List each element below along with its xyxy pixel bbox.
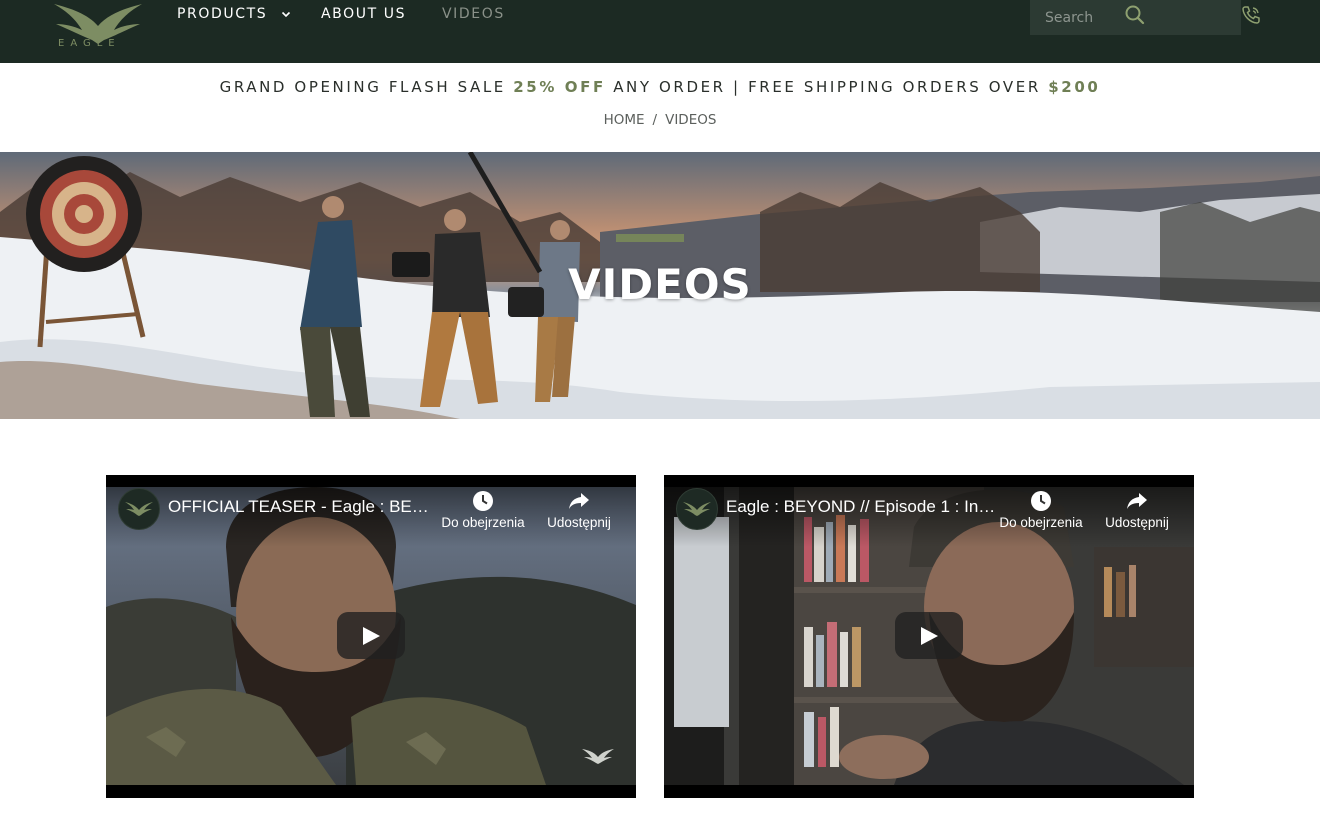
promo-threshold: $200	[1048, 78, 1101, 96]
play-button[interactable]	[895, 612, 963, 659]
nav-about-us[interactable]: ABOUT US	[321, 6, 406, 22]
eagle-logo-icon	[125, 502, 153, 516]
channel-avatar[interactable]	[118, 488, 160, 530]
channel-avatar[interactable]	[676, 488, 718, 530]
promo-text-2: ANY ORDER | FREE SHIPPING ORDERS OVER	[605, 78, 1049, 96]
share-label: Udostępnij	[547, 515, 611, 530]
share-button[interactable]: Udostępnij	[529, 489, 629, 530]
promo-discount: 25% OFF	[513, 78, 606, 96]
video-embed-teaser[interactable]: OFFICIAL TEASER - Eagle : BEYOND Do obej…	[106, 475, 636, 798]
clock-icon	[473, 491, 493, 511]
search-icon[interactable]	[1124, 4, 1146, 26]
promo-text-1: GRAND OPENING FLASH SALE	[219, 78, 514, 96]
video-embed-episode-1[interactable]: Eagle : BEYOND // Episode 1 : Into the U…	[664, 475, 1194, 798]
clock-icon	[1031, 491, 1051, 511]
nav-products[interactable]: PRODUCTS	[177, 6, 291, 22]
video-title[interactable]: OFFICIAL TEASER - Eagle : BEYOND	[168, 497, 438, 517]
watch-later-label: Do obejrzenia	[999, 515, 1083, 530]
breadcrumb-current: VIDEOS	[665, 112, 717, 128]
nav-videos[interactable]: VIDEOS	[442, 6, 505, 22]
watch-later-label: Do obejrzenia	[441, 515, 525, 530]
breadcrumb-home[interactable]: HOME	[604, 112, 645, 128]
play-icon	[921, 627, 938, 645]
share-button[interactable]: Udostępnij	[1087, 489, 1187, 530]
share-icon	[1127, 493, 1147, 509]
chevron-down-icon	[281, 11, 291, 18]
search-input[interactable]	[1030, 0, 1135, 35]
play-button[interactable]	[337, 612, 405, 659]
search-box	[1030, 0, 1241, 35]
share-label: Udostępnij	[1105, 515, 1169, 530]
hero-banner: VIDEOS	[0, 152, 1320, 419]
hero-accent-bar	[616, 234, 684, 242]
watch-later-button[interactable]: Do obejrzenia	[991, 489, 1091, 530]
logo-wordmark: EAGLE	[58, 38, 121, 49]
hero-title: VIDEOS	[568, 260, 752, 309]
video-title[interactable]: Eagle : BEYOND // Episode 1 : Into the U…	[726, 497, 996, 517]
eagle-watermark-icon	[582, 749, 614, 764]
play-icon	[363, 627, 380, 645]
phone-icon[interactable]	[1241, 5, 1261, 25]
site-header: EAGLE PRODUCTS ABOUT US VIDEOS	[0, 0, 1320, 63]
share-icon	[569, 493, 589, 509]
promo-banner: GRAND OPENING FLASH SALE 25% OFF ANY ORD…	[0, 78, 1320, 96]
breadcrumb: HOME / VIDEOS	[0, 112, 1320, 128]
eagle-logo-icon	[683, 502, 711, 516]
watch-later-button[interactable]: Do obejrzenia	[433, 489, 533, 530]
breadcrumb-separator: /	[652, 112, 658, 128]
nav-products-label: PRODUCTS	[177, 6, 268, 22]
